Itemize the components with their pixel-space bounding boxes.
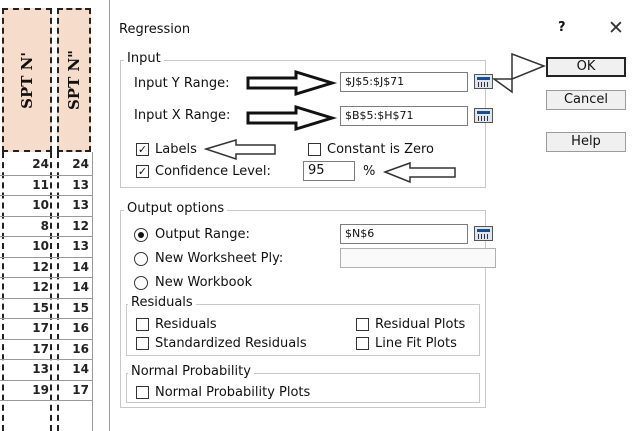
- table-row: 11 13: [0, 176, 92, 196]
- table-row: 12 14: [0, 278, 92, 299]
- table-row: 13 14: [0, 360, 92, 381]
- table-row: 17 16: [0, 340, 92, 360]
- regression-dialog: Regression ? ✕ Input Input Y Range: $J$5…: [110, 0, 636, 431]
- cell[interactable]: 16: [55, 321, 91, 335]
- ok-button[interactable]: OK: [546, 57, 626, 77]
- normal-probability-plots-checkbox[interactable]: [136, 386, 149, 399]
- cell[interactable]: 15: [55, 301, 91, 315]
- spreadsheet-strip: SPT N' SPT N" 24 24 11 13 10 13 8 12 10 13 12…: [0, 0, 110, 431]
- new-workbook-label: New Workbook: [155, 275, 253, 290]
- input-y-range-label: Input Y Range:: [134, 76, 230, 91]
- residuals-label: Residuals: [155, 317, 217, 332]
- arrow-right-icon: [491, 52, 547, 94]
- labels-label: Labels: [155, 142, 197, 157]
- new-workbook-radio[interactable]: [134, 276, 148, 290]
- cell[interactable]: 10: [0, 198, 52, 212]
- table-row: 10 13: [0, 237, 92, 258]
- cell[interactable]: 15: [0, 301, 52, 315]
- standardized-residuals-checkbox[interactable]: [136, 337, 149, 350]
- table-row: 12 14: [0, 258, 92, 278]
- output-range-field[interactable]: $N$6: [340, 224, 468, 244]
- cell[interactable]: 14: [55, 362, 91, 376]
- table-row: 24 24: [0, 155, 92, 176]
- range-picker-icon[interactable]: [474, 108, 493, 123]
- standardized-residuals-label: Standardized Residuals: [155, 336, 307, 351]
- normal-probability-group-label: Normal Probability: [128, 364, 254, 379]
- help-button[interactable]: Help: [546, 132, 626, 152]
- confidence-level-field[interactable]: 95: [303, 161, 355, 181]
- column-header-label: SPT N': [18, 51, 36, 109]
- cell[interactable]: 17: [0, 321, 52, 335]
- cell[interactable]: 14: [55, 260, 91, 274]
- cell[interactable]: 24: [55, 157, 91, 171]
- cell[interactable]: 13: [0, 362, 52, 376]
- cell[interactable]: 17: [0, 342, 52, 356]
- cell[interactable]: 13: [55, 178, 91, 192]
- confidence-level-label: Confidence Level:: [155, 164, 271, 179]
- table-row: 8 12: [0, 217, 92, 237]
- new-worksheet-ply-label: New Worksheet Ply:: [155, 251, 284, 266]
- column-header-spt-n1[interactable]: SPT N': [2, 8, 52, 152]
- cell[interactable]: 10: [0, 239, 52, 253]
- new-worksheet-ply-field[interactable]: [340, 248, 496, 268]
- residual-plots-checkbox[interactable]: [356, 318, 369, 331]
- table-row: 19 17: [0, 381, 92, 401]
- line-fit-plots-label: Line Fit Plots: [375, 336, 457, 351]
- constant-is-zero-checkbox[interactable]: [308, 143, 321, 156]
- help-question-icon[interactable]: ?: [558, 20, 566, 35]
- input-group-label: Input: [124, 51, 164, 66]
- input-x-range-field[interactable]: $B$5:$H$71: [340, 106, 468, 126]
- cell[interactable]: 19: [0, 383, 52, 397]
- constant-is-zero-label: Constant is Zero: [327, 142, 435, 157]
- new-worksheet-ply-radio[interactable]: [134, 252, 148, 266]
- output-range-label: Output Range:: [155, 227, 250, 242]
- table-row: 15 15: [0, 299, 92, 319]
- input-x-range-label: Input X Range:: [134, 108, 231, 123]
- cell[interactable]: 8: [0, 219, 52, 233]
- table-row: 10 13: [0, 196, 92, 217]
- cell[interactable]: 12: [55, 219, 91, 233]
- output-range-radio[interactable]: [134, 228, 148, 242]
- dialog-title: Regression: [119, 22, 191, 37]
- labels-checkbox[interactable]: ✓: [136, 143, 149, 156]
- line-fit-plots-checkbox[interactable]: [356, 337, 369, 350]
- cell[interactable]: 11: [0, 178, 52, 192]
- cancel-button[interactable]: Cancel: [546, 90, 626, 110]
- cell[interactable]: 12: [0, 280, 52, 294]
- cell[interactable]: 16: [55, 342, 91, 356]
- column-header-label: SPT N": [65, 49, 83, 111]
- input-y-range-field[interactable]: $J$5:$J$71: [340, 72, 468, 92]
- normal-probability-plots-label: Normal Probability Plots: [155, 385, 311, 400]
- residual-plots-label: Residual Plots: [375, 317, 466, 332]
- column-header-spt-n2[interactable]: SPT N": [57, 8, 91, 152]
- output-options-label: Output options: [124, 201, 228, 216]
- confidence-level-checkbox[interactable]: ✓: [136, 165, 149, 178]
- data-rows: 24 24 11 13 10 13 8 12 10 13 12 14 12 14 15 15 1…: [0, 155, 92, 401]
- column-border: [92, 152, 93, 431]
- residuals-group-label: Residuals: [128, 295, 196, 310]
- close-icon[interactable]: ✕: [608, 17, 624, 39]
- cell[interactable]: 13: [55, 239, 91, 253]
- percent-label: %: [363, 164, 376, 179]
- cell[interactable]: 13: [55, 198, 91, 212]
- cell[interactable]: 17: [55, 383, 91, 397]
- range-picker-icon[interactable]: [474, 226, 493, 241]
- cell[interactable]: 24: [0, 157, 52, 171]
- range-picker-icon[interactable]: [474, 74, 493, 89]
- residuals-checkbox[interactable]: [136, 318, 149, 331]
- table-row: 17 16: [0, 319, 92, 340]
- cell[interactable]: 14: [55, 280, 91, 294]
- cell[interactable]: 12: [0, 260, 52, 274]
